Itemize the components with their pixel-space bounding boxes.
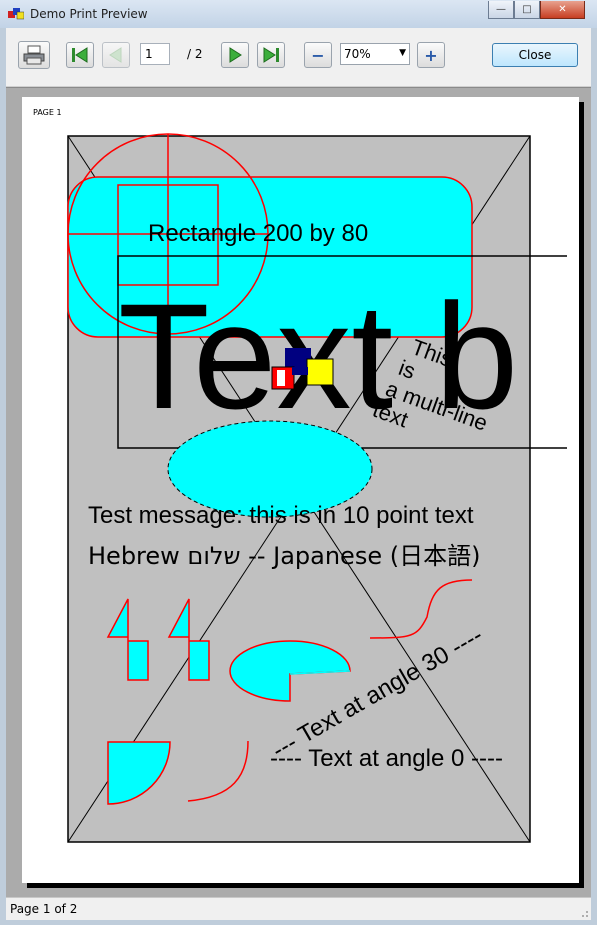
client-area: 1 / 2 − 70% ▼ + Close PAGE 1 Rectangle 2… — [6, 28, 591, 920]
maximize-button[interactable]: □ — [514, 1, 540, 19]
page-total: / 2 — [187, 47, 203, 61]
first-page-button[interactable] — [66, 42, 94, 68]
minimize-button[interactable]: — — [488, 1, 514, 19]
next-page-button[interactable] — [221, 42, 249, 68]
status-text: Page 1 of 2 — [10, 902, 78, 916]
minimize-icon: — — [496, 4, 506, 15]
resize-grip-icon[interactable] — [579, 908, 589, 918]
zoom-in-button[interactable]: + — [417, 42, 445, 68]
page-drawing: Rectangle 200 by 80 Text b This is a mul… — [67, 133, 567, 843]
close-preview-button[interactable]: Close — [492, 43, 578, 67]
close-icon: ✕ — [558, 4, 567, 15]
white-block — [277, 370, 285, 386]
zoom-out-icon: − — [311, 45, 325, 65]
printer-icon — [23, 45, 45, 65]
window-title: Demo Print Preview — [30, 7, 148, 21]
zoom-in-icon: + — [424, 45, 438, 65]
status-bar: Page 1 of 2 — [6, 897, 591, 920]
close-window-button[interactable]: ✕ — [540, 1, 585, 19]
print-button[interactable] — [18, 41, 50, 69]
zoom-out-button[interactable]: − — [304, 42, 332, 68]
title-bar: Demo Print Preview — □ ✕ — [0, 0, 597, 28]
toolbar: 1 / 2 − 70% ▼ + Close — [6, 28, 591, 87]
last-page-icon — [263, 47, 279, 63]
angle-0-text: ---- Text at angle 0 ---- — [270, 745, 503, 772]
last-page-button[interactable] — [257, 42, 285, 68]
app-icon — [8, 8, 24, 20]
next-page-icon — [229, 47, 242, 63]
maximize-icon: □ — [522, 4, 532, 15]
navy-dot — [292, 367, 308, 375]
zoom-value: 70% — [344, 47, 371, 61]
previous-page-button[interactable] — [102, 42, 130, 68]
first-page-icon — [72, 47, 88, 63]
hebrew-japanese-line: Hebrew שלום -- Japanese (日本語) — [88, 542, 480, 570]
zoom-select[interactable]: 70% ▼ — [340, 43, 410, 65]
chevron-down-icon: ▼ — [399, 48, 406, 58]
preview-page: PAGE 1 Rectangle 200 by 80 Text b This i… — [22, 97, 579, 883]
preview-area[interactable]: PAGE 1 Rectangle 200 by 80 Text b This i… — [6, 87, 591, 898]
rectangle-caption: Rectangle 200 by 80 — [148, 220, 368, 247]
test-message: Test message: this is in 10 point text — [88, 502, 474, 529]
page-number-input[interactable]: 1 — [140, 43, 170, 65]
previous-page-icon — [109, 47, 122, 63]
yellow-block — [306, 358, 334, 386]
